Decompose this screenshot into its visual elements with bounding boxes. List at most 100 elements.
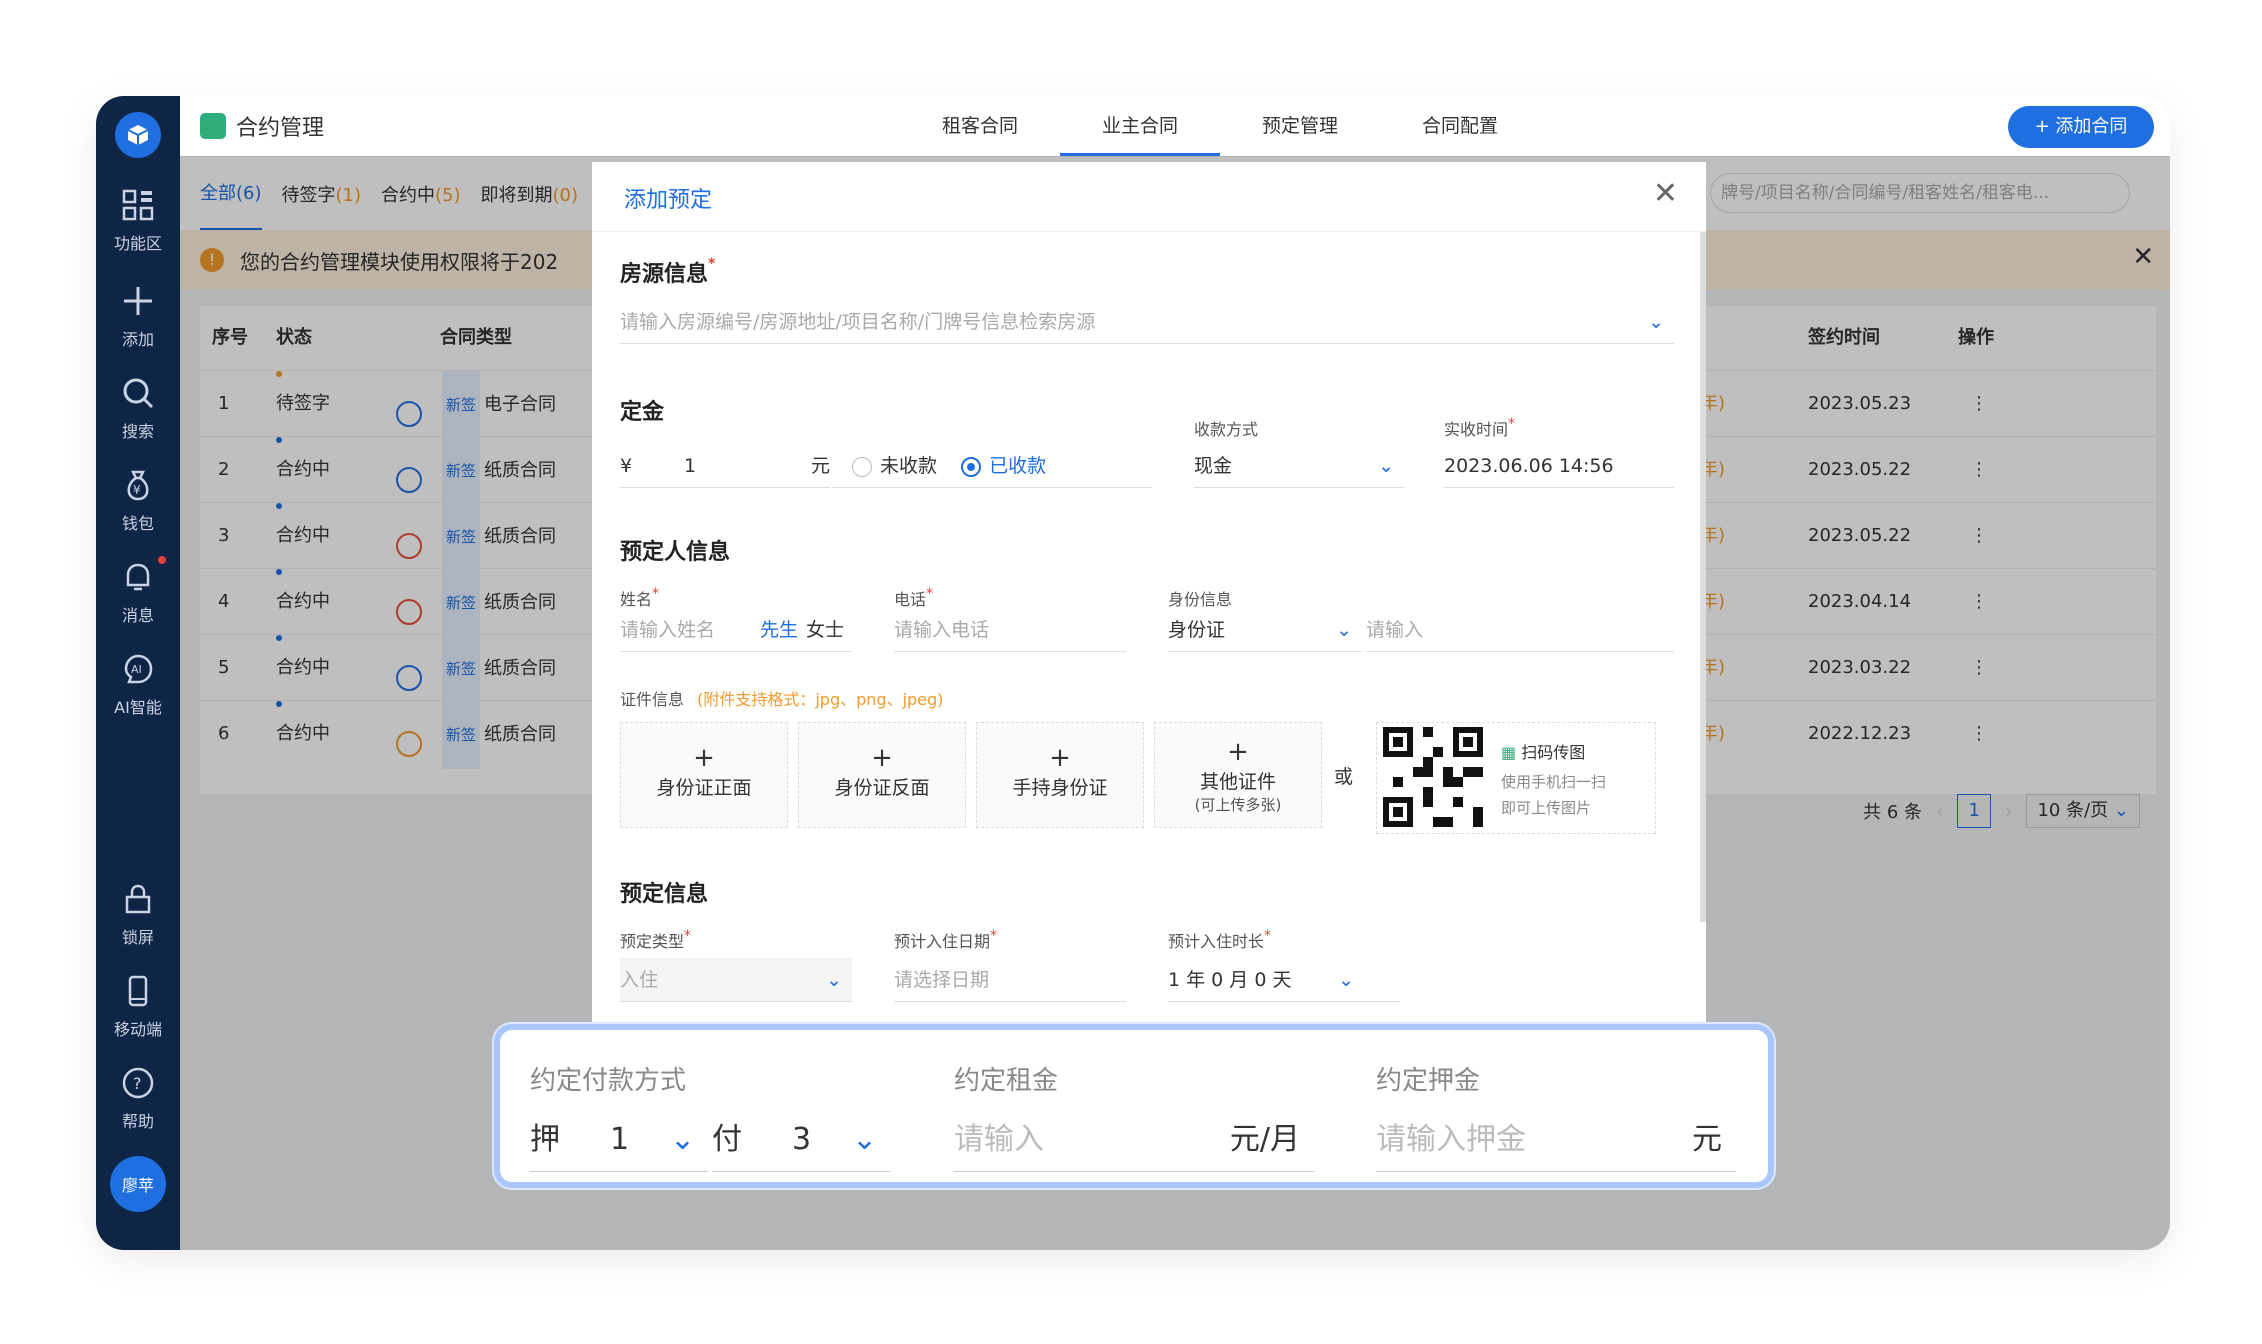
upload-label: 其他证件 [1199,771,1276,793]
received-time-input[interactable]: 2023.06.06 14:56 [1444,444,1674,488]
time-label: 实收时间 [1444,420,1509,439]
booking-type-select[interactable]: 入住 ⌄ [620,958,852,1002]
phone-input[interactable]: 请输入电话 [894,608,1126,652]
bell-icon [126,563,150,591]
small-qr-icon: ▦ [1501,743,1517,762]
section-person-title: 预定人信息 [620,540,731,565]
id-number-input[interactable]: 请输入 [1366,608,1674,652]
name-placeholder: 请输入姓名 [620,619,716,641]
upload-label: 手持身份证 [1012,777,1108,799]
booking-type-value: 入住 [620,969,659,991]
rail-item-lock[interactable]: 锁屏 [96,882,180,948]
pay-word: 付 [712,1122,742,1157]
currency-symbol: ¥ [620,455,633,477]
modal-title: 添加预定 [624,188,713,213]
rail-label: AI智能 [114,698,162,717]
id-type-select[interactable]: 身份证 ⌄ [1168,608,1362,652]
plus-icon: + [1227,737,1249,767]
section-house-title: 房源信息* [620,256,715,288]
name-field[interactable]: 请输入姓名 先生 女士 [620,608,852,652]
qr-upload-box: ▦ 扫码传图 使用手机扫一扫 即可上传图片 [1376,722,1656,834]
payment-method-select[interactable]: 现金 ⌄ [1194,444,1404,488]
money-bag-icon: ¥ [127,470,149,501]
rent-placeholder: 请输入 [954,1122,1044,1157]
contract-app-icon [200,113,226,139]
checkin-date-label-wrap: 预计入住日期* [894,928,997,952]
rail-item-help[interactable]: ? 帮助 [96,1066,180,1132]
tab-owner-contract[interactable]: 业主合同 [1060,96,1220,156]
radio-unpaid-label: 未收款 [880,455,938,477]
rail-label: 消息 [121,606,154,625]
radio-paid[interactable]: 已收款 [961,455,1046,477]
name-label: 姓名 [620,590,653,609]
rail-item-search[interactable]: 搜索 [96,376,180,442]
duration-select[interactable]: 1 年 0 月 0 天 ⌄ [1168,958,1400,1002]
duration-label: 预计入住时长 [1168,932,1265,951]
house-placeholder: 请输入房源编号/房源地址/项目名称/门牌号信息检索房源 [620,311,1096,333]
pledge-placeholder: 请输入押金 [1376,1122,1526,1157]
chevron-down-icon: ⌄ [852,1122,878,1157]
rail-label: 钱包 [121,514,154,533]
tab-tenant-contract[interactable]: 租客合同 [900,96,1060,156]
chevron-down-icon: ⌄ [1336,619,1352,641]
avatar[interactable]: 廖苹 [110,1156,166,1212]
app-title: 合约管理 [200,110,324,142]
id-type-value: 身份证 [1168,619,1226,641]
section-house-label: 房源信息 [620,262,709,287]
deposit-months-value: 1 [610,1122,630,1157]
rail-label: 功能区 [113,234,162,253]
search-icon [123,378,154,409]
upload-label: 身份证正面 [656,777,752,799]
chevron-down-icon: ⌄ [1338,969,1354,991]
pay-months-select[interactable]: 付 3 ⌄ [712,1112,890,1172]
modal-header: 添加预定 ✕ [592,162,1706,232]
tab-contract-config[interactable]: 合同配置 [1380,96,1540,156]
radio-circle [852,456,872,477]
upload-other-cert[interactable]: + 其他证件 (可上传多张) [1154,722,1322,828]
app-title-text: 合约管理 [236,116,325,141]
close-icon[interactable]: ✕ [1653,176,1678,211]
house-search-input[interactable]: 请输入房源编号/房源地址/项目名称/门牌号信息检索房源 ⌄ [620,300,1674,344]
pledge-unit: 元 [1692,1122,1722,1157]
required-mark: * [926,586,934,602]
required-mark: * [1508,416,1516,432]
modal-scrollbar[interactable] [1700,232,1706,922]
rail-item-add[interactable]: 添加 [96,284,180,350]
radio-unpaid[interactable]: 未收款 [852,455,937,477]
gender-ms-option[interactable]: 女士 [806,608,844,652]
payment-method-value: 现金 [1194,455,1233,477]
qr-line1: 使用手机扫一扫 [1501,773,1607,791]
phone-label: 电话 [894,590,927,609]
checkin-date-picker[interactable]: 请选择日期 [894,958,1126,1002]
pay-method-label: 约定付款方式 [530,1066,687,1096]
booking-type-label-wrap: 预定类型* [620,928,691,952]
plus-icon: + [1049,743,1071,773]
rail-item-mobile[interactable]: 移动端 [96,974,180,1040]
duration-value: 1 年 0 月 0 天 [1168,969,1292,991]
rail-label: 添加 [121,330,154,349]
chevron-down-icon: ⌄ [670,1122,696,1157]
rail-item-messages[interactable]: 消息 [96,560,180,626]
cert-label-row: 证件信息 (附件支持格式：jpg、png、jpeg) [620,686,943,710]
pledge-input[interactable]: 请输入押金 元 [1376,1112,1736,1172]
qr-title-row: ▦ 扫码传图 [1501,739,1585,763]
rail-item-wallet[interactable]: ¥ 钱包 [96,468,180,534]
upload-id-front[interactable]: + 身份证正面 [620,722,788,828]
upload-id-hold[interactable]: + 手持身份证 [976,722,1144,828]
phone-placeholder: 请输入电话 [894,619,990,641]
app-logo-icon[interactable] [115,112,161,158]
upload-id-back[interactable]: + 身份证反面 [798,722,966,828]
phone-icon [128,975,148,1007]
qr-line2: 即可上传图片 [1501,799,1592,817]
deposit-amount-input[interactable]: ¥ 1 元 [620,444,830,488]
rail-item-functions[interactable]: 功能区 [96,188,180,254]
radio-circle-checked [961,456,982,477]
add-contract-button[interactable]: + 添加合同 [2008,106,2154,148]
gender-mr-option[interactable]: 先生 [760,608,798,652]
rail-item-ai[interactable]: AI AI智能 [96,652,180,718]
rent-input[interactable]: 请输入 元/月 [954,1112,1314,1172]
deposit-months-select[interactable]: 押 1 ⌄ [530,1112,708,1172]
rail-label: 锁屏 [121,928,154,947]
tab-booking-management[interactable]: 预定管理 [1220,96,1380,156]
duration-label-wrap: 预计入住时长* [1168,928,1271,952]
